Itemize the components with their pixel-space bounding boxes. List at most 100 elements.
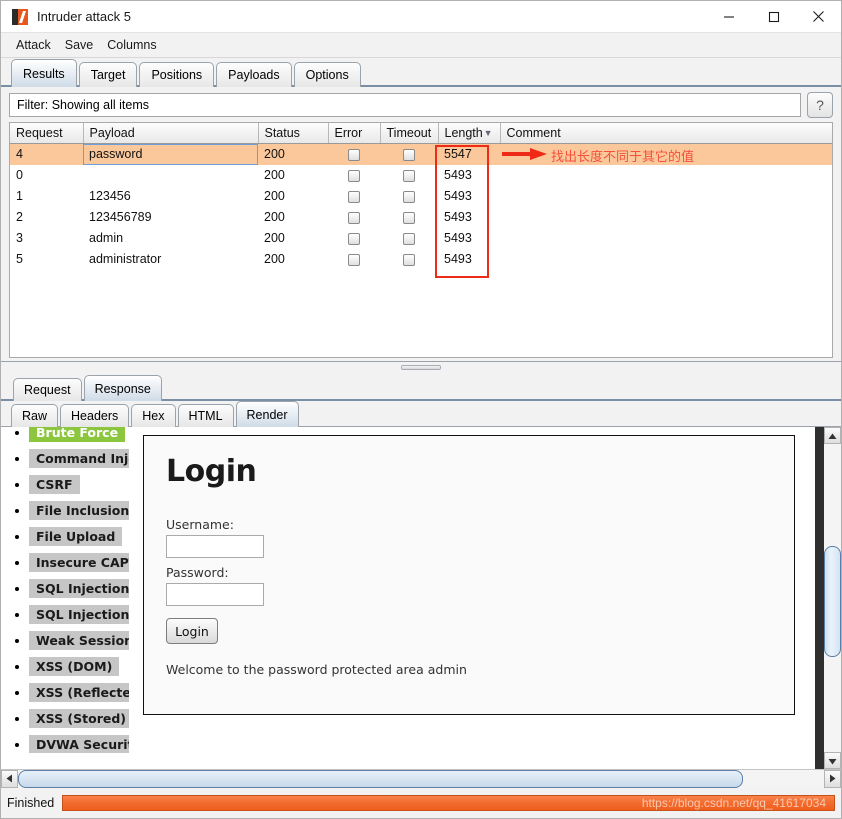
- sidebar-item-file-upload[interactable]: File Upload: [1, 527, 129, 546]
- scroll-right-button[interactable]: [824, 770, 841, 788]
- help-button[interactable]: ?: [807, 92, 833, 118]
- error-checkbox[interactable]: [348, 253, 360, 266]
- minimize-button[interactable]: [706, 1, 751, 32]
- tab-results[interactable]: Results: [11, 59, 77, 87]
- sidebar-item-weak-session[interactable]: Weak Session: [1, 631, 129, 650]
- cell-comment[interactable]: [500, 249, 832, 270]
- column-header-request[interactable]: Request: [10, 123, 84, 144]
- column-header-status[interactable]: Status: [258, 123, 329, 144]
- table-row[interactable]: 5 administrator 200 5493: [10, 249, 832, 270]
- tab-html[interactable]: HTML: [177, 404, 234, 427]
- sidebar-item-label: File Upload: [29, 527, 123, 546]
- sidebar-item-sql-injection-blind[interactable]: SQL Injection (: [1, 605, 129, 624]
- timeout-checkbox[interactable]: [403, 169, 415, 182]
- bullet-icon: [15, 534, 19, 539]
- sidebar-item-csrf[interactable]: CSRF: [1, 475, 129, 494]
- vertical-scroll-thumb[interactable]: [824, 545, 841, 657]
- login-submit-button[interactable]: Login: [166, 618, 218, 644]
- cell-comment[interactable]: [500, 186, 832, 207]
- cell-comment[interactable]: [500, 143, 832, 165]
- tab-raw[interactable]: Raw: [11, 404, 59, 427]
- render-vertical-scrollbar[interactable]: [815, 427, 841, 769]
- filter-row: Filter: Showing all items ?: [1, 87, 841, 122]
- timeout-checkbox[interactable]: [403, 253, 415, 266]
- tab-headers[interactable]: Headers: [60, 404, 130, 427]
- scroll-up-button[interactable]: [824, 427, 841, 444]
- bullet-icon: [15, 586, 19, 591]
- table-row[interactable]: 4 password 200 5547: [10, 143, 832, 165]
- timeout-checkbox[interactable]: [403, 148, 415, 161]
- sidebar-item-sql-injection[interactable]: SQL Injection: [1, 579, 129, 598]
- attack-progress-bar: https://blog.csdn.net/qq_41617034: [62, 795, 835, 811]
- tab-positions[interactable]: Positions: [139, 62, 215, 87]
- sidebar-item-brute-force[interactable]: Brute Force: [1, 427, 129, 442]
- column-header-error[interactable]: Error: [328, 123, 381, 144]
- bullet-icon: [15, 716, 19, 721]
- sidebar-item-xss-stored[interactable]: XSS (Stored): [1, 709, 129, 728]
- tab-request[interactable]: Request: [13, 378, 82, 401]
- cell-comment[interactable]: [500, 165, 832, 186]
- timeout-checkbox[interactable]: [403, 232, 415, 245]
- table-row[interactable]: 3 admin 200 5493: [10, 228, 832, 249]
- sidebar-item-command-injection[interactable]: Command Inje: [1, 449, 129, 468]
- bullet-icon: [15, 742, 19, 747]
- chevron-down-icon: [828, 754, 837, 768]
- password-input[interactable]: [166, 583, 264, 606]
- cell-length: 5493: [444, 252, 472, 266]
- cell-timeout: [380, 186, 438, 207]
- table-row[interactable]: 2 123456789 200 5493: [10, 207, 832, 228]
- error-checkbox[interactable]: [348, 169, 360, 182]
- table-row[interactable]: 1 123456 200 5493: [10, 186, 832, 207]
- menu-item-save[interactable]: Save: [58, 36, 101, 54]
- vertical-scroll-track[interactable]: [824, 444, 841, 752]
- column-header-timeout[interactable]: Timeout: [380, 123, 439, 144]
- sidebar-item-xss-dom[interactable]: XSS (DOM): [1, 657, 129, 676]
- sidebar-item-xss-reflected[interactable]: XSS (Reflected: [1, 683, 129, 702]
- error-checkbox[interactable]: [348, 211, 360, 224]
- intruder-attack-window: Intruder attack 5 Attack Save Columns Re…: [0, 0, 842, 819]
- render-horizontal-scrollbar[interactable]: [1, 769, 841, 788]
- column-header-length[interactable]: Length ▼: [438, 123, 501, 144]
- splitter-grip[interactable]: [401, 365, 441, 370]
- error-checkbox[interactable]: [348, 232, 360, 245]
- bullet-icon: [15, 612, 19, 617]
- render-viewport: Brute Force Command Inje CSRF File Inclu…: [1, 427, 823, 769]
- table-row[interactable]: 0 200 5493: [10, 165, 832, 186]
- results-table-container: Request Payload Status Error Timeout Len…: [9, 122, 833, 358]
- tab-response[interactable]: Response: [83, 375, 162, 401]
- error-checkbox[interactable]: [348, 148, 360, 161]
- error-checkbox[interactable]: [348, 190, 360, 203]
- close-button[interactable]: [796, 1, 841, 32]
- bullet-icon: [15, 508, 19, 513]
- column-header-payload[interactable]: Payload: [83, 123, 259, 144]
- timeout-checkbox[interactable]: [403, 211, 415, 224]
- horizontal-scroll-track[interactable]: [18, 770, 824, 788]
- scroll-left-button[interactable]: [1, 770, 18, 788]
- menu-item-columns[interactable]: Columns: [100, 36, 163, 54]
- panel-splitter[interactable]: [1, 361, 841, 374]
- tab-payloads[interactable]: Payloads: [216, 62, 292, 87]
- tab-hex[interactable]: Hex: [131, 404, 176, 427]
- login-heading: Login: [166, 454, 257, 489]
- scroll-down-button[interactable]: [824, 752, 841, 769]
- close-icon: [812, 10, 825, 23]
- tab-target[interactable]: Target: [78, 62, 138, 87]
- cell-request: 3: [16, 231, 23, 245]
- timeout-checkbox[interactable]: [403, 190, 415, 203]
- filter-bar[interactable]: Filter: Showing all items: [9, 93, 801, 117]
- username-input[interactable]: [166, 535, 264, 558]
- tab-render[interactable]: Render: [235, 401, 299, 427]
- sidebar-item-file-inclusion[interactable]: File Inclusion: [1, 501, 129, 520]
- sidebar-item-dvwa-security[interactable]: DVWA Security: [1, 735, 129, 753]
- cell-comment[interactable]: [500, 207, 832, 228]
- column-header-comment[interactable]: Comment: [500, 123, 832, 144]
- sidebar-item-label: Weak Session: [29, 631, 129, 650]
- horizontal-scroll-thumb[interactable]: [18, 770, 744, 788]
- sidebar-item-insecure-captcha[interactable]: Insecure CAPT: [1, 553, 129, 572]
- tab-options[interactable]: Options: [293, 62, 361, 87]
- cell-status: 200: [264, 168, 285, 182]
- menu-item-attack[interactable]: Attack: [9, 36, 58, 54]
- watermark-text: https://blog.csdn.net/qq_41617034: [641, 796, 826, 810]
- cell-comment[interactable]: [500, 228, 832, 249]
- maximize-button[interactable]: [751, 1, 796, 32]
